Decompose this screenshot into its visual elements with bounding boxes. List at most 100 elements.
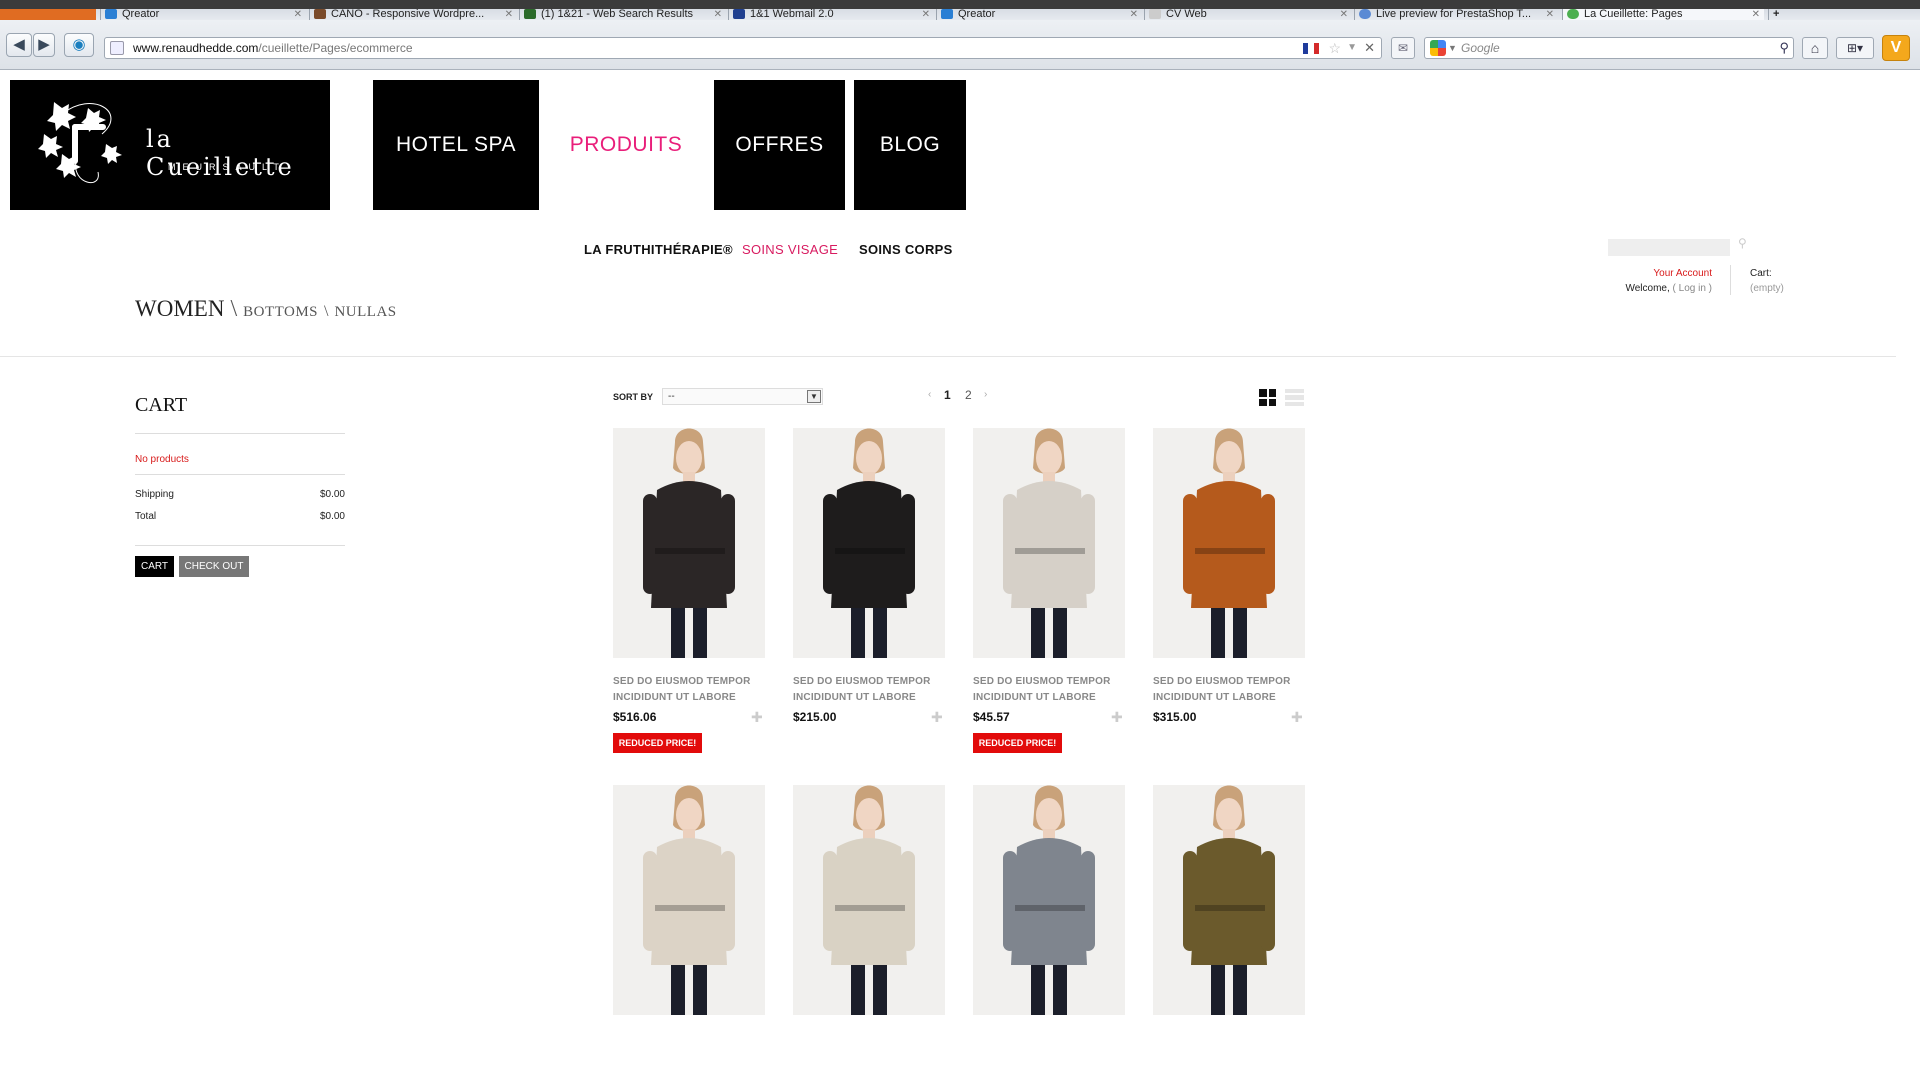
browser-tab[interactable]: 1&1 Webmail 2.0 ✕ bbox=[728, 9, 934, 20]
add-to-cart-icon[interactable]: ✚ bbox=[751, 710, 763, 724]
subnav-soins-corps[interactable]: SOINS CORPS bbox=[859, 242, 953, 257]
total-label: Total bbox=[135, 511, 157, 522]
addon-bar-button[interactable]: ⊞▾ bbox=[1836, 37, 1874, 59]
browser-tab[interactable]: CV Web ✕ bbox=[1144, 9, 1352, 20]
address-bar[interactable]: www.renaudhedde.com/cueillette/Pages/eco… bbox=[104, 37, 1382, 59]
back-button[interactable]: ◀ bbox=[6, 33, 32, 57]
product-name[interactable]: SED DO EIUSMOD TEMPOR INCIDIDUNT UT LABO… bbox=[1153, 674, 1303, 706]
add-to-cart-icon[interactable]: ✚ bbox=[1291, 710, 1303, 724]
tab-close-icon[interactable]: ✕ bbox=[922, 9, 930, 20]
grid-view-icon[interactable] bbox=[1259, 389, 1276, 406]
reduced-price-badge: REDUCED PRICE! bbox=[973, 733, 1062, 753]
tab-close-icon[interactable]: ✕ bbox=[714, 9, 722, 20]
divider bbox=[135, 474, 345, 475]
puzzle-icon: ⊞▾ bbox=[1846, 41, 1864, 55]
identity-button[interactable]: ◉ bbox=[64, 33, 94, 57]
mail-button[interactable]: ✉ bbox=[1391, 37, 1415, 59]
welcome-text: Welcome, bbox=[1625, 283, 1670, 294]
tab-favicon-icon bbox=[524, 9, 536, 19]
browser-tab[interactable]: Live preview for PrestaShop T... ✕ bbox=[1354, 9, 1558, 20]
breadcrumb-separator: \ bbox=[324, 303, 329, 320]
nav-offres[interactable]: OFFRES bbox=[714, 80, 845, 210]
forward-button[interactable]: ▶ bbox=[33, 33, 55, 57]
checkout-button[interactable]: CHECK OUT bbox=[179, 556, 249, 577]
breadcrumb-women[interactable]: WOMEN bbox=[135, 296, 224, 321]
browser-tab[interactable]: (1) 1&21 - Web Search Results ✕ bbox=[519, 9, 726, 20]
chevron-down-icon: ▼ bbox=[807, 390, 821, 403]
new-tab-button[interactable]: + bbox=[1768, 9, 1790, 20]
logo-place-text: MEURSAULT bbox=[168, 162, 286, 172]
tab-title: La Cueillette: Pages bbox=[1584, 9, 1683, 20]
product-name[interactable]: SED DO EIUSMOD TEMPOR INCIDIDUNT UT LABO… bbox=[793, 674, 943, 706]
header-cart[interactable]: Cart: (empty) bbox=[1750, 266, 1784, 296]
close-icon[interactable]: ✕ bbox=[1364, 38, 1375, 58]
browser-tab[interactable]: Qreator ✕ bbox=[100, 9, 306, 20]
nav-produits[interactable]: PRODUITS bbox=[540, 80, 712, 210]
tab-favicon-icon bbox=[1149, 9, 1161, 19]
add-to-cart-icon[interactable]: ✚ bbox=[931, 710, 943, 724]
add-to-cart-icon[interactable]: ✚ bbox=[1111, 710, 1123, 724]
product-image[interactable] bbox=[1153, 785, 1305, 1015]
engine-dropdown-icon[interactable]: ▼ bbox=[1448, 38, 1457, 58]
tab-close-icon[interactable]: ✕ bbox=[1340, 9, 1348, 20]
login-link[interactable]: ( Log in ) bbox=[1673, 283, 1712, 294]
plus-icon: + bbox=[1773, 9, 1780, 20]
subnav-fruthitherapie[interactable]: LA FRUTHITHÉRAPIE® bbox=[584, 242, 733, 257]
star-icon[interactable]: ☆ bbox=[1328, 38, 1341, 58]
product-image[interactable] bbox=[613, 428, 765, 658]
header-cart-state: (empty) bbox=[1750, 283, 1784, 294]
sort-select[interactable]: -- ▼ bbox=[662, 388, 823, 405]
breadcrumb-nullas[interactable]: NULLAS bbox=[334, 304, 396, 320]
divider bbox=[135, 433, 345, 434]
cart-button[interactable]: CART bbox=[135, 556, 174, 577]
back-arrow-icon: ◀ bbox=[13, 36, 25, 53]
product-image[interactable] bbox=[613, 785, 765, 1015]
pager-next-button[interactable]: › bbox=[984, 389, 987, 400]
product-image[interactable] bbox=[973, 428, 1125, 658]
product-image[interactable] bbox=[1153, 428, 1305, 658]
product-image[interactable] bbox=[973, 785, 1125, 1015]
tab-close-icon[interactable]: ✕ bbox=[505, 9, 513, 20]
search-icon[interactable]: ⚲ bbox=[1738, 236, 1747, 250]
total-value: $0.00 bbox=[319, 511, 345, 522]
nav-blog[interactable]: BLOG bbox=[854, 80, 966, 210]
tab-close-icon[interactable]: ✕ bbox=[1752, 9, 1760, 20]
pager-page-2[interactable]: 2 bbox=[965, 388, 972, 402]
pager-prev-button[interactable]: ‹ bbox=[928, 389, 931, 400]
nav-hotel-spa[interactable]: HOTEL SPA bbox=[373, 80, 539, 210]
divider bbox=[1730, 265, 1731, 295]
product-image[interactable] bbox=[793, 785, 945, 1015]
product-name[interactable]: SED DO EIUSMOD TEMPOR INCIDIDUNT UT LABO… bbox=[613, 674, 763, 706]
your-account-link[interactable]: Your Account bbox=[1590, 266, 1712, 281]
browser-tab[interactable]: CANO - Responsive Wordpre... ✕ bbox=[309, 9, 517, 20]
tab-close-icon[interactable]: ✕ bbox=[1130, 9, 1138, 20]
search-bar[interactable]: ▼ Google ⚲ bbox=[1424, 37, 1794, 59]
site-search-input[interactable] bbox=[1608, 239, 1730, 256]
forward-arrow-icon: ▶ bbox=[38, 36, 50, 53]
reduced-price-badge: REDUCED PRICE! bbox=[613, 733, 702, 753]
account-block: Your Account Welcome, ( Log in ) bbox=[1590, 266, 1712, 296]
extension-v-button[interactable]: V bbox=[1882, 35, 1910, 61]
dropdown-arrow-icon[interactable]: ▼ bbox=[1347, 38, 1357, 58]
tab-close-icon[interactable]: ✕ bbox=[294, 9, 302, 20]
subnav-soins-visage[interactable]: SOINS VISAGE bbox=[742, 242, 838, 257]
tab-close-icon[interactable]: ✕ bbox=[1546, 9, 1554, 20]
breadcrumb-bottoms[interactable]: BOTTOMS bbox=[243, 304, 318, 320]
browser-tab-active[interactable]: La Cueillette: Pages ✕ bbox=[1562, 9, 1764, 20]
magnifier-icon[interactable]: ⚲ bbox=[1779, 38, 1789, 58]
home-button[interactable]: ⌂ bbox=[1802, 37, 1828, 59]
header-cart-label: Cart: bbox=[1750, 268, 1772, 279]
product-image[interactable] bbox=[793, 428, 945, 658]
browser-tab[interactable]: Qreator ✕ bbox=[936, 9, 1142, 20]
cart-title: CART bbox=[135, 394, 188, 416]
search-placeholder: Google bbox=[1461, 41, 1500, 55]
breadcrumb: WOMEN \ BOTTOMS \ NULLAS bbox=[135, 296, 397, 323]
pager-page-1[interactable]: 1 bbox=[944, 388, 951, 402]
home-icon: ⌂ bbox=[1810, 40, 1820, 56]
product-name[interactable]: SED DO EIUSMOD TEMPOR INCIDIDUNT UT LABO… bbox=[973, 674, 1123, 706]
browser-tab[interactable] bbox=[0, 9, 96, 20]
list-view-icon[interactable] bbox=[1285, 389, 1304, 406]
site-logo[interactable]: la Cueillette MEURSAULT bbox=[10, 80, 330, 210]
grape-leaf-logo-icon bbox=[38, 102, 122, 183]
tab-favicon-icon bbox=[733, 9, 745, 19]
